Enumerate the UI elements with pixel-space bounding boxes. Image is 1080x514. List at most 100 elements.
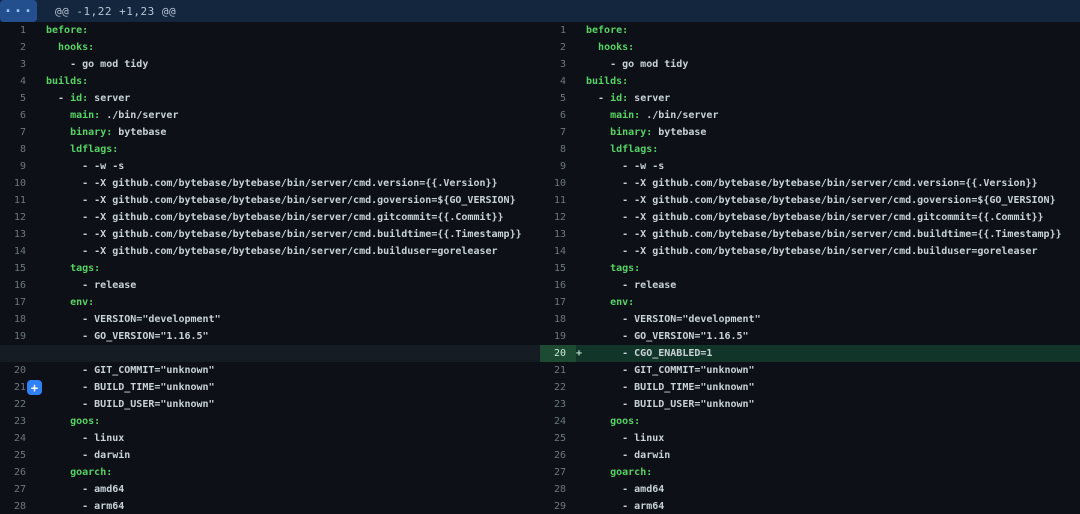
diff-row: 15 tags: [0,260,540,277]
line-number[interactable]: 18 [540,311,576,328]
diff-marker [36,362,46,379]
line-number[interactable]: 27 [0,481,36,498]
diff-row: 24 goos: [540,413,1080,430]
line-number[interactable]: 19 [540,328,576,345]
line-number[interactable]: 25 [540,430,576,447]
code-line: - release [586,277,1080,294]
line-number[interactable]: 1 [540,22,576,39]
line-number[interactable]: 22 [0,396,36,413]
diff-row: 4builds: [540,73,1080,90]
line-number[interactable]: 7 [0,124,36,141]
diff-marker [576,158,586,175]
line-number[interactable]: 12 [540,209,576,226]
line-number[interactable]: 10 [0,175,36,192]
diff-marker [576,430,586,447]
line-number[interactable]: 11 [0,192,36,209]
line-number[interactable]: 23 [540,396,576,413]
diff-marker [576,73,586,90]
line-number[interactable]: 24 [540,413,576,430]
line-number[interactable]: 20 [540,345,576,362]
line-number[interactable]: 6 [540,107,576,124]
diff-marker [36,396,46,413]
line-number[interactable]: 6 [0,107,36,124]
line-number[interactable]: 24 [0,430,36,447]
line-number[interactable]: 25 [0,447,36,464]
line-number[interactable]: 26 [540,447,576,464]
diff-row: 2 hooks: [0,39,540,56]
line-number[interactable]: 1 [0,22,36,39]
diff-marker [576,396,586,413]
add-comment-button[interactable]: + [27,380,42,395]
diff-row: 27 - amd64 [0,481,540,498]
diff-marker [36,311,46,328]
diff-row: 17 env: [0,294,540,311]
diff-row: 9 - -w -s [0,158,540,175]
line-number[interactable]: 8 [540,141,576,158]
diff-row: 1 before: [0,22,540,39]
code-line: - darwin [46,447,540,464]
line-number[interactable]: 16 [540,277,576,294]
line-number[interactable]: 12 [0,209,36,226]
diff-row: 27 goarch: [540,464,1080,481]
line-number[interactable]: 5 [540,90,576,107]
line-number[interactable]: 28 [540,481,576,498]
line-number[interactable]: 18 [0,311,36,328]
line-number[interactable]: 17 [0,294,36,311]
code-line: - -X github.com/bytebase/bytebase/bin/se… [46,243,540,260]
line-number[interactable]: 13 [540,226,576,243]
line-number[interactable]: 8 [0,141,36,158]
line-number[interactable]: 3 [540,56,576,73]
line-number[interactable]: 2 [0,39,36,56]
diff-row: 25 - darwin [0,447,540,464]
line-number[interactable]: 5 [0,90,36,107]
expand-diff-button[interactable]: ··· [0,0,37,22]
code-line: before: [46,22,540,39]
line-number[interactable]: 21 [540,362,576,379]
code-line: - id: server [586,90,1080,107]
diff-marker [576,226,586,243]
diff-marker [576,328,586,345]
line-number[interactable]: 9 [540,158,576,175]
line-number[interactable]: 3 [0,56,36,73]
line-number[interactable]: 7 [540,124,576,141]
line-number[interactable]: 15 [540,260,576,277]
diff-marker [576,362,586,379]
code-line: main: ./bin/server [586,107,1080,124]
line-number[interactable]: 19 [0,328,36,345]
line-number[interactable]: 2 [540,39,576,56]
line-number[interactable]: 14 [0,243,36,260]
line-number[interactable]: 27 [540,464,576,481]
line-number[interactable]: 4 [540,73,576,90]
code-line: - GIT_COMMIT="unknown" [46,362,540,379]
diff-row: 14 - -X github.com/bytebase/bytebase/bin… [540,243,1080,260]
diff-row: 23 - BUILD_USER="unknown" [540,396,1080,413]
diff-row: 13 - -X github.com/bytebase/bytebase/bin… [0,226,540,243]
code-line: - amd64 [586,481,1080,498]
line-number[interactable]: 23 [0,413,36,430]
line-number[interactable]: 17 [540,294,576,311]
line-number[interactable]: 13 [0,226,36,243]
code-line: binary: bytebase [586,124,1080,141]
diff-row: 11 - -X github.com/bytebase/bytebase/bin… [0,192,540,209]
line-number[interactable]: 14 [540,243,576,260]
code-line: - GIT_COMMIT="unknown" [586,362,1080,379]
diff-marker [576,311,586,328]
line-number[interactable]: 10 [540,175,576,192]
line-number[interactable]: 9 [0,158,36,175]
diff-marker [576,447,586,464]
diff-marker [36,158,46,175]
diff-marker [576,141,586,158]
line-number[interactable]: 22 [540,379,576,396]
line-number[interactable]: 29 [540,498,576,514]
line-number[interactable]: 20 [0,362,36,379]
line-number[interactable]: 16 [0,277,36,294]
line-number[interactable]: 15 [0,260,36,277]
line-number[interactable]: 11 [540,192,576,209]
hunk-range-label: @@ -1,22 +1,23 @@ [55,5,176,18]
diff-row: 12 - -X github.com/bytebase/bytebase/bin… [0,209,540,226]
line-number[interactable]: 28 [0,498,36,514]
line-number[interactable]: 4 [0,73,36,90]
diff-row: 26 goarch: [0,464,540,481]
code-line: before: [586,22,1080,39]
line-number[interactable]: 26 [0,464,36,481]
